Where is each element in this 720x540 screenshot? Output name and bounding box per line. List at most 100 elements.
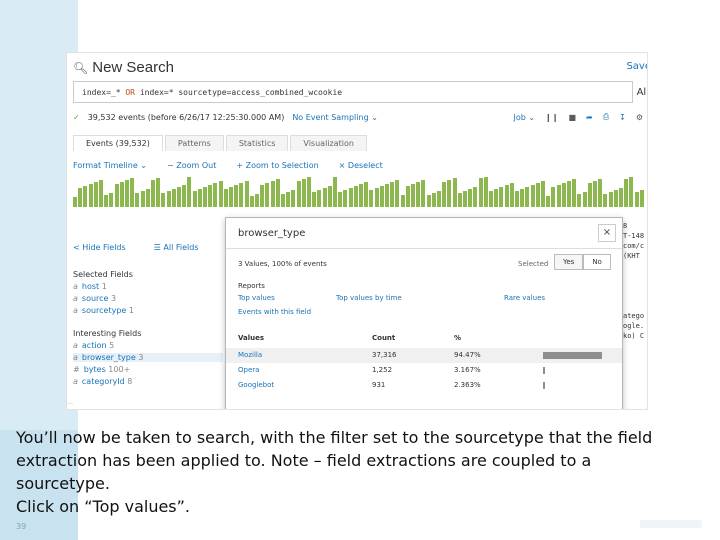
histogram-bar — [431, 193, 436, 207]
field-type-icon: a — [73, 282, 78, 291]
histogram-bar — [509, 183, 514, 207]
histogram-bar — [156, 178, 161, 207]
tab-patterns[interactable]: Patterns — [164, 135, 224, 151]
event-snippet: ko) C — [623, 332, 645, 340]
tab-statistics[interactable]: Statistics — [225, 135, 289, 151]
value-row[interactable]: Mozilla 37,316 94.47% — [226, 348, 622, 363]
value-row[interactable]: Opera 1,252 3.167% — [226, 363, 622, 378]
job-menu[interactable]: Job ⌄ — [513, 113, 535, 122]
share-icon[interactable]: ➦ — [586, 113, 593, 122]
histogram-bar — [504, 185, 509, 207]
format-timeline-button[interactable]: Format Timeline ⌄ — [73, 161, 147, 170]
zoom-to-selection-button[interactable]: + Zoom to Selection — [236, 161, 318, 170]
field-type-icon: a — [73, 353, 78, 362]
save-as-link[interactable]: Save — [626, 61, 647, 72]
rare-values-link[interactable]: Rare values — [504, 294, 545, 302]
field-name: bytes — [83, 365, 106, 374]
histogram-bar — [260, 185, 265, 207]
histogram-bar — [494, 189, 499, 207]
field-item-sourcetype[interactable]: a sourcetype 1 — [73, 306, 223, 315]
histogram-bar — [286, 192, 291, 207]
field-item-source[interactable]: a source 3 — [73, 294, 223, 303]
splunk-screenshot: 🔍︎ New Search Save index=_* OR index=* s… — [66, 52, 648, 410]
format-timeline-label: Format Timeline — [73, 161, 138, 170]
no-button[interactable]: No — [583, 254, 611, 270]
histogram-bar — [192, 191, 197, 207]
all-fields-button[interactable]: ☰ All Fields — [154, 243, 199, 252]
timeline-controls: Format Timeline ⌄ − Zoom Out + Zoom to S… — [73, 161, 383, 170]
value-link[interactable]: Mozilla — [238, 351, 262, 359]
pause-icon[interactable]: ❙❙ — [545, 113, 558, 122]
events-with-field-link[interactable]: Events with this field — [238, 308, 311, 316]
histogram-bar — [374, 188, 379, 207]
col-count: Count — [372, 334, 396, 342]
histogram-bar — [317, 190, 322, 207]
query-or-keyword: OR — [125, 88, 135, 97]
yes-button[interactable]: Yes — [554, 254, 584, 270]
histogram-bar — [395, 180, 400, 207]
event-snippet: 8 — [623, 222, 628, 230]
histogram-bar — [161, 193, 166, 207]
histogram-bar — [93, 182, 98, 207]
field-item-action[interactable]: a action 5 — [73, 341, 223, 350]
histogram-bar — [535, 183, 540, 207]
histogram-bar — [561, 183, 566, 207]
top-values-by-time-link[interactable]: Top values by time — [336, 294, 402, 302]
histogram-bar — [130, 178, 135, 207]
close-icon[interactable]: × — [598, 224, 616, 242]
values-summary: 3 Values, 100% of events — [238, 260, 327, 268]
field-count: 100+ — [108, 365, 131, 374]
histogram-bar — [582, 192, 587, 207]
percent-bar — [543, 367, 545, 374]
stop-icon[interactable]: ■ — [568, 113, 576, 122]
print-icon[interactable]: ⎙ — [603, 112, 609, 122]
selected-label: Selected — [518, 260, 549, 268]
time-range-picker[interactable]: All — [637, 87, 647, 98]
hide-fields-button[interactable]: < Hide Fields — [73, 243, 126, 252]
value-row[interactable]: Googlebot 931 2.363% — [226, 378, 622, 393]
event-snippet: (KHT — [623, 252, 640, 260]
percent-bar — [543, 352, 602, 359]
histogram-bar — [478, 178, 483, 207]
event-timeline-histogram[interactable] — [73, 175, 647, 207]
histogram-bar — [567, 181, 571, 207]
histogram-bar — [390, 182, 395, 207]
histogram-bar — [78, 188, 83, 207]
tab-events[interactable]: Events (39,532) — [73, 135, 163, 151]
event-sampling-dropdown[interactable]: No Event Sampling ⌄ — [292, 113, 378, 122]
search-status: ✓ 39,532 events (before 6/26/17 12:25:30… — [73, 113, 378, 122]
histogram-bar — [499, 187, 504, 207]
selected-fields-list: a host 1 a source 3 a sourcetype 1 — [73, 282, 223, 315]
smart-mode-icon[interactable]: ⚙ — [636, 113, 643, 122]
histogram-bar — [312, 192, 317, 207]
caption-line: extraction has been applied to. Note – f… — [16, 451, 592, 470]
field-item-host[interactable]: a host 1 — [73, 282, 223, 291]
deselect-button[interactable]: × Deselect — [339, 161, 383, 170]
value-percent: 3.167% — [454, 366, 481, 374]
caption-line: You’ll now be taken to search, with the … — [16, 428, 653, 447]
field-item-browser_type[interactable]: a browser_type 3 — [73, 353, 223, 362]
histogram-bar — [530, 185, 535, 207]
query-part: index=* sourcetype=access_combined_wcook… — [135, 88, 343, 97]
event-snippet — [623, 291, 644, 301]
histogram-bar — [457, 193, 462, 207]
page-title-text: New Search — [92, 59, 174, 76]
histogram-bar — [145, 189, 150, 207]
histogram-bar — [291, 190, 296, 207]
histogram-bar — [213, 183, 218, 207]
value-link[interactable]: Googlebot — [238, 381, 274, 389]
histogram-bar — [244, 181, 249, 207]
divider — [226, 248, 622, 249]
search-input[interactable]: index=_* OR index=* sourcetype=access_co… — [73, 81, 633, 103]
export-icon[interactable]: ↧ — [619, 113, 626, 122]
histogram-bar — [468, 189, 473, 207]
histogram-bar — [208, 185, 213, 207]
zoom-out-button[interactable]: − Zoom Out — [167, 161, 216, 170]
value-link[interactable]: Opera — [238, 366, 259, 374]
field-type-icon: a — [73, 294, 78, 303]
field-item-categoryId[interactable]: a categoryId 8 — [73, 377, 223, 386]
top-values-link[interactable]: Top values — [238, 294, 275, 302]
tab-visualization[interactable]: Visualization — [290, 135, 367, 151]
field-item-bytes[interactable]: # bytes 100+ — [73, 365, 223, 374]
col-values: Values — [238, 334, 265, 342]
